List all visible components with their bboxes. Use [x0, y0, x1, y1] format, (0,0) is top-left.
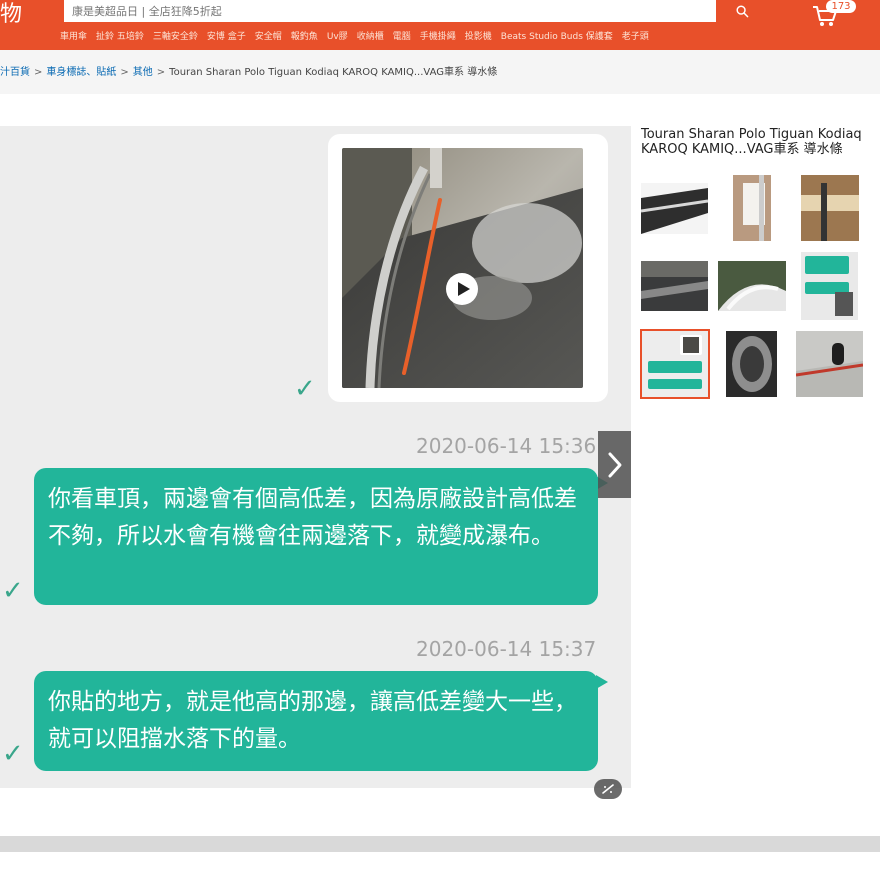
thumbnail-car-roof-interior[interactable]	[641, 261, 708, 311]
message-timestamp: 2020-06-14 15:36	[416, 434, 597, 458]
hot-keyword-link[interactable]: Beats Studio Buds 保護套	[501, 31, 613, 43]
chevron-right-icon	[608, 452, 621, 477]
search-bar	[62, 0, 770, 24]
read-check-icon: ✓	[2, 576, 24, 606]
hot-keywords: 車用傘 扯鈴 五培鈴 三軸安全鈴 安博 盒子 安全帽 報釣魚 Uv膠 收納櫃 電…	[60, 31, 649, 43]
hot-keyword-link[interactable]: 安博 盒子	[207, 31, 246, 43]
read-check-icon: ✓	[2, 739, 24, 769]
hot-keyword-link[interactable]: 安全帽	[255, 31, 282, 43]
thumbnail-roof-strip-closeup[interactable]	[718, 261, 786, 311]
site-logo[interactable]: 物	[0, 1, 22, 29]
cart-count-badge: 173	[826, 0, 856, 13]
hot-keyword-link[interactable]: 收納櫃	[357, 31, 384, 43]
search-button[interactable]	[716, 0, 768, 22]
zoom-button[interactable]	[594, 779, 622, 799]
hot-keyword-link[interactable]: 投影機	[465, 31, 492, 43]
chat-message-bubble: 你貼的地方，就是他高的那邊，讓高低差變大一些，就可以阻擋水落下的量。	[34, 671, 598, 771]
zoom-icon	[602, 784, 614, 794]
thumbnail-strip-roll[interactable]	[726, 331, 777, 397]
breadcrumb-link[interactable]: 其他	[133, 66, 153, 80]
thumbnail-roof-rail[interactable]	[641, 183, 708, 234]
hot-keyword-link[interactable]: 電腦	[393, 31, 411, 43]
breadcrumb-separator: >	[34, 67, 43, 78]
hot-keyword-link[interactable]: 老子頭	[622, 31, 649, 43]
bubble-tail	[596, 675, 608, 689]
breadcrumb-separator: >	[156, 67, 166, 78]
search-icon	[735, 4, 748, 17]
video-thumbnail[interactable]	[342, 148, 583, 388]
thumbnail-strip-hand[interactable]	[733, 175, 771, 241]
main-product-image[interactable]: ✓ 2020-06-14 15:36 你看車頂，兩邊會有個高低差，因為原廠設計高…	[0, 126, 631, 788]
hot-keyword-link[interactable]: Uv膠	[327, 31, 348, 43]
message-timestamp: 2020-06-14 15:37	[416, 637, 597, 661]
hot-keyword-link[interactable]: 扯鈴 五培鈴	[96, 31, 144, 43]
product-title: Touran Sharan Polo Tiguan Kodiaq KAROQ K…	[641, 127, 862, 157]
hot-keyword-link[interactable]: 報釣魚	[291, 31, 318, 43]
breadcrumb-link[interactable]: 車身標誌、貼紙	[46, 66, 116, 80]
breadcrumb-current: Touran Sharan Polo Tiguan Kodiaq KAROQ K…	[169, 67, 498, 78]
play-icon	[446, 273, 478, 305]
breadcrumb: 汁百貨 > 車身標誌、貼紙 > 其他 > Touran Sharan Polo …	[0, 66, 497, 80]
thumbnail-car-antenna-red[interactable]	[796, 331, 863, 397]
thumbnail-ruler-measure[interactable]	[801, 175, 859, 241]
car-roof-photo	[342, 148, 583, 388]
next-image-button[interactable]	[598, 431, 631, 498]
hot-keyword-link[interactable]: 三軸安全鈴	[153, 31, 198, 43]
hot-keyword-link[interactable]: 車用傘	[60, 31, 87, 43]
breadcrumb-bar: 汁百貨 > 車身標誌、貼紙 > 其他 > Touran Sharan Polo …	[0, 50, 880, 94]
hot-keyword-link[interactable]: 手機掛繩	[420, 31, 456, 43]
site-header: 物 173 車用傘 扯鈴 五培鈴 三軸安全鈴 安博 盒子 安全帽 報釣魚 Uv膠…	[0, 0, 880, 50]
bubble-tail	[596, 138, 606, 150]
chat-message-bubble: 你看車頂，兩邊會有個高低差，因為原廠設計高低差不夠，所以水會有機會往兩邊落下，就…	[34, 468, 598, 605]
read-check-icon: ✓	[294, 374, 316, 404]
thumbnail-chat-screenshot-1[interactable]	[801, 252, 858, 320]
search-input[interactable]	[72, 2, 692, 20]
page-footer-band	[0, 836, 880, 852]
breadcrumb-link[interactable]: 汁百貨	[0, 66, 30, 80]
breadcrumb-separator: >	[120, 67, 129, 78]
thumbnail-chat-screenshot-2[interactable]	[640, 329, 710, 399]
